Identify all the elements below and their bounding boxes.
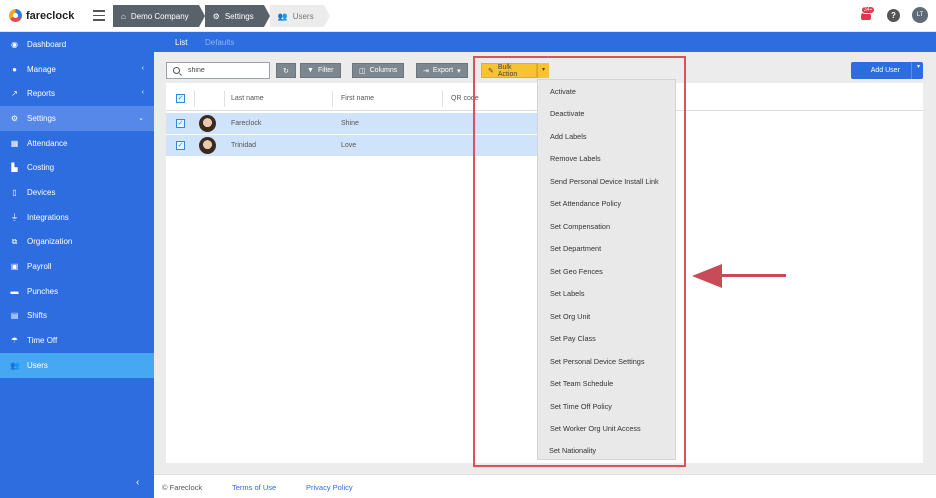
user-photo: [199, 137, 216, 154]
sidebar-item-users[interactable]: 👥 Users: [0, 352, 154, 378]
add-user-icon: 👤: [858, 67, 867, 75]
copyright: © Fareclock: [162, 483, 203, 492]
chevron-left-icon: ‹: [141, 64, 144, 72]
sidebar-item-payroll[interactable]: ▣ Payroll: [0, 254, 154, 279]
sidebar: ◉ Dashboard ● Manage ‹ ↗ Reports ‹ ⚙ Settings ⌄…: [0, 32, 154, 498]
cell-first-name: Shine: [341, 120, 359, 127]
tablet-icon: ▯: [12, 187, 17, 197]
add-user-button[interactable]: 👤 Add User ▾: [851, 62, 923, 79]
tab-defaults[interactable]: Defaults: [205, 38, 234, 47]
help-icon[interactable]: ?: [887, 8, 900, 22]
row-checkbox[interactable]: ✓: [176, 141, 185, 150]
row-checkbox[interactable]: ✓: [176, 119, 185, 128]
cell-last-name: Fareclock: [231, 120, 262, 127]
breadcrumb: ⌂ Demo Company ⚙ Settings 👥 Users: [113, 5, 330, 27]
column-last-name[interactable]: Last name: [231, 95, 264, 102]
fareclock-logo-icon: [9, 9, 22, 22]
sidebar-item-devices[interactable]: ▯ Devices: [0, 180, 154, 205]
search-icon: [173, 67, 180, 74]
breadcrumb-settings[interactable]: ⚙ Settings: [204, 5, 270, 27]
columns-icon: ◫: [359, 67, 366, 75]
sidebar-collapse-button[interactable]: ‹: [136, 477, 139, 488]
columns-button[interactable]: ◫ Columns: [352, 63, 405, 78]
annotation-arrow-icon: [692, 264, 722, 288]
chart-icon: ↗: [11, 89, 18, 99]
sidebar-item-dashboard[interactable]: ◉ Dashboard: [0, 32, 154, 57]
money-icon: ▣: [10, 262, 19, 272]
filter-icon: ▼: [307, 67, 314, 74]
sidebar-item-organization[interactable]: ⧉ Organization: [0, 230, 154, 255]
top-bar: fareclock ⌂ Demo Company ⚙ Settings 👥 Users…: [0, 0, 936, 32]
search-box[interactable]: [166, 62, 270, 79]
car-icon: ▬: [10, 286, 19, 296]
sidebar-item-attendance[interactable]: ▦ Attendance: [0, 131, 154, 156]
sidebar-item-time-off[interactable]: ☂ Time Off: [0, 328, 154, 353]
users-icon: 👥: [277, 11, 288, 21]
sidebar-item-integrations[interactable]: ⏚ Integrations: [0, 205, 154, 230]
chevron-down-icon: ▾: [916, 64, 920, 70]
org-chart-icon: ⧉: [11, 237, 18, 247]
brand-name: fareclock: [26, 9, 75, 22]
calendar-check-icon: ▤: [10, 311, 19, 321]
users-icon: 👥: [10, 360, 20, 370]
search-input[interactable]: [188, 67, 263, 74]
breadcrumb-users: 👥 Users: [269, 5, 330, 27]
sidebar-item-settings[interactable]: ⚙ Settings ⌄: [0, 106, 154, 131]
cell-first-name: Love: [341, 142, 357, 149]
home-icon: ⌂: [121, 11, 126, 21]
gear-icon: ⚙: [212, 11, 220, 21]
tab-strip: List Defaults: [154, 32, 936, 54]
refresh-icon: ↻: [283, 67, 289, 75]
person-icon: ●: [12, 64, 17, 74]
filter-button[interactable]: ▼ Filter: [300, 63, 341, 78]
chevron-left-icon: ‹: [141, 89, 144, 97]
notifications-button[interactable]: 34+: [859, 6, 876, 22]
select-all-checkbox[interactable]: ✓: [176, 94, 185, 103]
menu-toggle-icon[interactable]: [93, 10, 105, 21]
plug-icon: ⏚: [10, 212, 19, 222]
user-photo: [199, 115, 216, 132]
notification-count: 34+: [861, 6, 876, 14]
privacy-link[interactable]: Privacy Policy: [306, 483, 353, 492]
avatar[interactable]: LT: [912, 7, 928, 23]
sidebar-item-reports[interactable]: ↗ Reports ‹: [0, 81, 154, 106]
refresh-button[interactable]: ↻: [276, 63, 296, 78]
cell-last-name: Trinidad: [231, 142, 257, 149]
gear-icon: ⚙: [10, 113, 19, 123]
sidebar-item-manage[interactable]: ● Manage ‹: [0, 57, 154, 82]
export-button[interactable]: ⇥ Export ▾: [416, 63, 468, 78]
export-icon: ⇥: [423, 67, 429, 75]
highlight-box: [473, 56, 686, 467]
app-logo[interactable]: fareclock: [9, 9, 74, 22]
sidebar-item-costing[interactable]: ▙ Costing: [0, 155, 154, 180]
sidebar-item-punches[interactable]: ▬ Punches: [0, 279, 154, 304]
column-first-name[interactable]: First name: [341, 95, 374, 102]
factory-icon: ▙: [11, 163, 18, 173]
sidebar-item-shifts[interactable]: ▤ Shifts: [0, 304, 154, 329]
footer: © Fareclock Terms of Use Privacy Policy: [154, 474, 936, 498]
beach-icon: ☂: [10, 336, 19, 346]
chevron-down-icon: ⌄: [138, 115, 144, 123]
dashboard-icon: ◉: [11, 39, 18, 49]
breadcrumb-company[interactable]: ⌂ Demo Company: [113, 5, 205, 27]
tab-list[interactable]: List: [172, 38, 190, 54]
chevron-down-icon: ▾: [457, 67, 461, 75]
calendar-icon: ▦: [10, 138, 19, 148]
terms-link[interactable]: Terms of Use: [232, 483, 276, 492]
